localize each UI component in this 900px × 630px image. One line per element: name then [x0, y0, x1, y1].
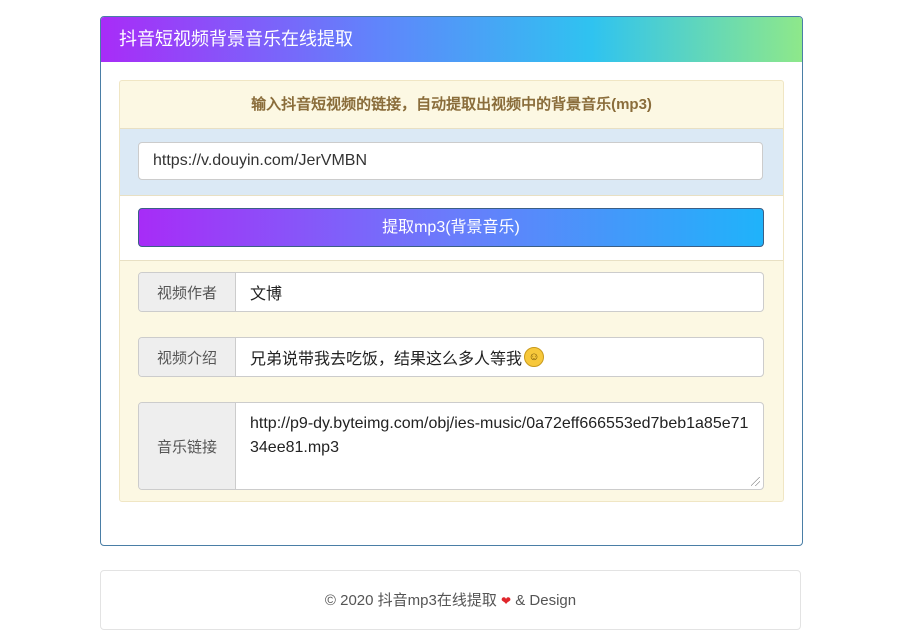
video-description-field: 视频介绍 兄弟说带我去吃饭，结果这么多人等我 ☺: [138, 337, 764, 377]
video-author-input[interactable]: 文博: [236, 273, 763, 311]
laughing-tears-emoji-icon: ☺: [524, 347, 545, 367]
extractor-panel: 抖音短视频背景音乐在线提取 输入抖音短视频的链接，自动提取出视频中的背景音乐(m…: [100, 16, 803, 546]
resize-grip-icon[interactable]: [751, 477, 760, 486]
footer-design: & Design: [515, 592, 577, 609]
music-link-text: http://p9-dy.byteimg.com/obj/ies-music/0…: [250, 415, 749, 456]
video-description-text: 兄弟说带我去吃饭，结果这么多人等我: [250, 351, 523, 368]
video-author-label: 视频作者: [139, 273, 236, 311]
video-description-input[interactable]: 兄弟说带我去吃饭，结果这么多人等我 ☺: [236, 338, 763, 376]
heart-icon: ❤: [501, 594, 512, 608]
button-row: 提取mp3(背景音乐): [120, 196, 783, 261]
music-link-label: 音乐链接: [139, 403, 236, 489]
panel-title: 抖音短视频背景音乐在线提取: [101, 17, 802, 62]
intro-text: 输入抖音短视频的链接，自动提取出视频中的背景音乐(mp3): [251, 96, 652, 113]
video-url-input[interactable]: https://v.douyin.com/JerVMBN: [138, 142, 763, 180]
music-link-textarea[interactable]: http://p9-dy.byteimg.com/obj/ies-music/0…: [236, 403, 763, 489]
footer: © 2020 抖音mp3在线提取 ❤ & Design: [100, 570, 801, 630]
video-description-label: 视频介绍: [139, 338, 236, 376]
url-row: https://v.douyin.com/JerVMBN: [120, 128, 783, 196]
video-author-field: 视频作者 文博: [138, 272, 764, 312]
extractor-form: 输入抖音短视频的链接，自动提取出视频中的背景音乐(mp3) https://v.…: [119, 80, 784, 502]
footer-copyright: © 2020 抖音mp3在线提取: [324, 592, 497, 609]
music-link-field: 音乐链接 http://p9-dy.byteimg.com/obj/ies-mu…: [138, 402, 764, 490]
extract-mp3-button[interactable]: 提取mp3(背景音乐): [138, 208, 764, 247]
